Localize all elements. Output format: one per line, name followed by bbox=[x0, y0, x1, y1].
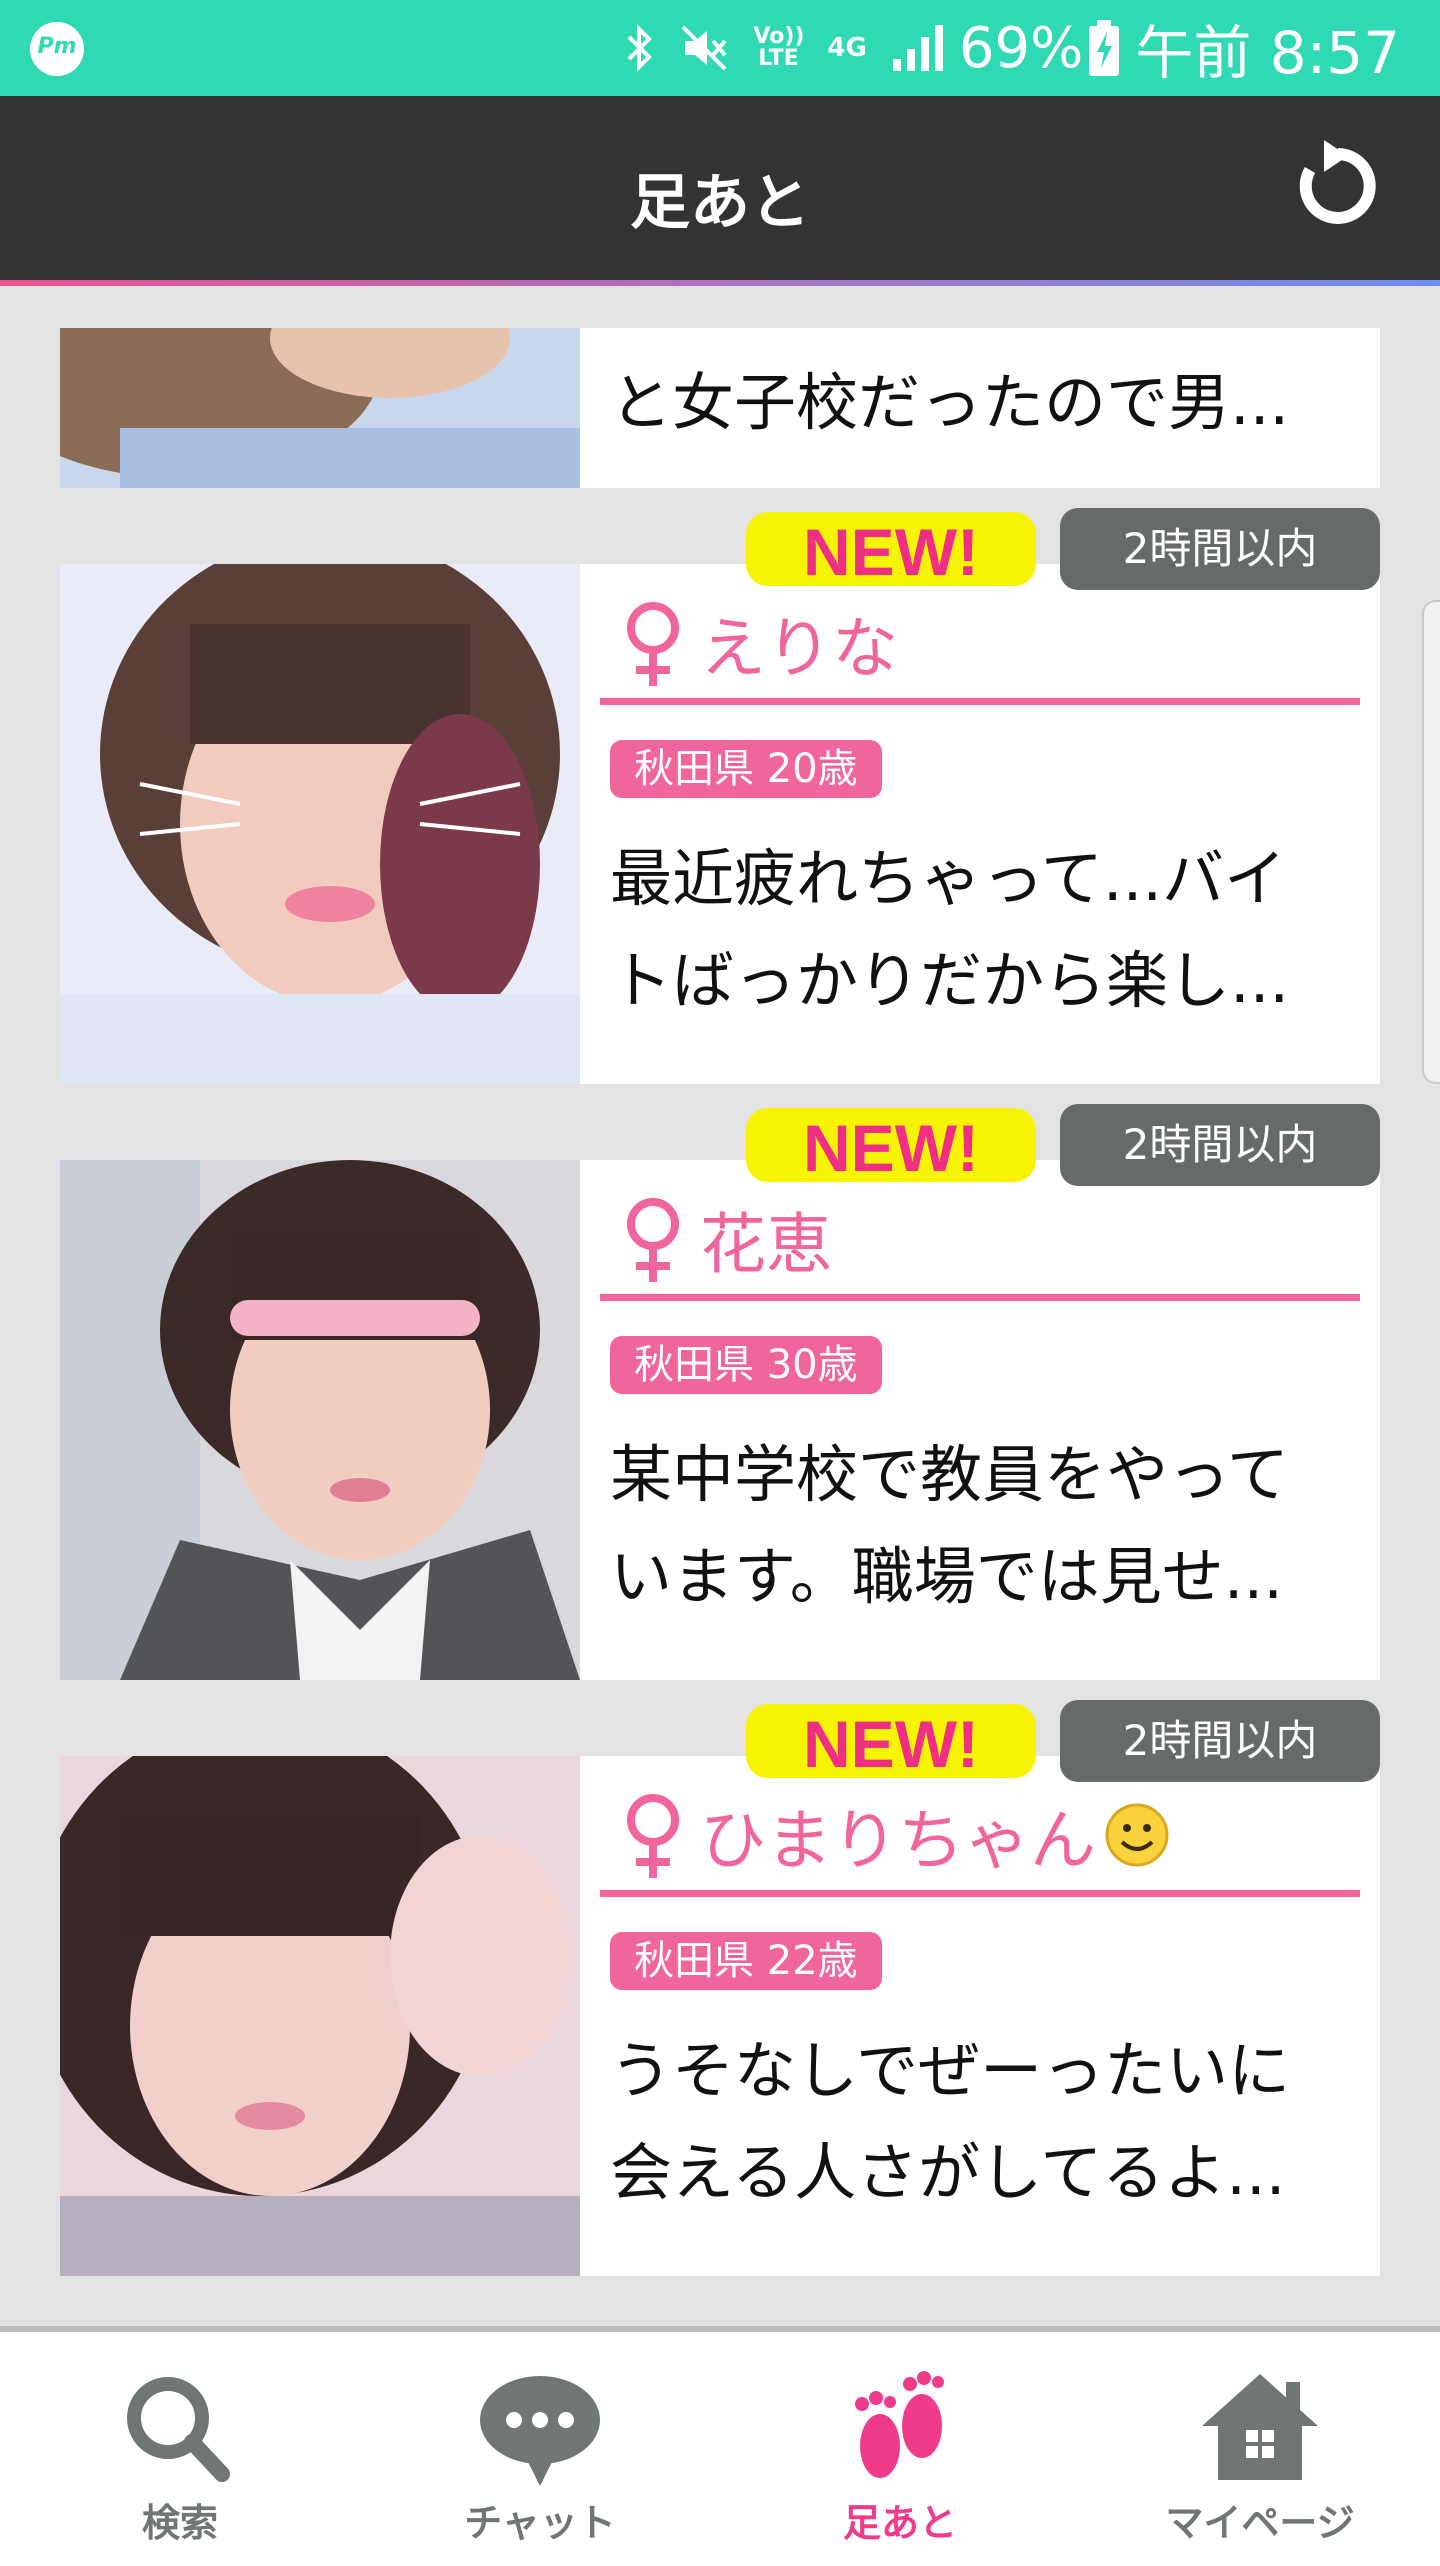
user-name: ひまりちゃん bbox=[700, 1802, 1096, 1879]
female-icon bbox=[627, 1198, 679, 1282]
profile-photo[interactable] bbox=[60, 1756, 580, 2276]
location-age-badge: 秋田県 22歳 bbox=[610, 1932, 882, 1990]
time-badge: 2時間以内 bbox=[1060, 1700, 1380, 1782]
message-preview: と女子校だったので男... bbox=[610, 366, 1290, 439]
bottom-navigation: 検索 チャット 足あと マイページ bbox=[0, 2326, 1440, 2566]
name-row: ひまりちゃん bbox=[600, 1780, 1360, 1897]
page-title: 足あと bbox=[630, 168, 810, 238]
new-badge: NEW! bbox=[746, 512, 1036, 589]
nav-chat[interactable]: チャット bbox=[360, 2332, 720, 2566]
profile-photo[interactable] bbox=[60, 328, 580, 488]
footprint-list[interactable]: と女子校だったので男... えりな 秋田県 20歳 最近疲れちゃって...バイ … bbox=[0, 286, 1440, 2326]
female-icon bbox=[627, 1794, 679, 1878]
list-item[interactable]: ひまりちゃん 秋田県 22歳 うそなしでぜーったいに 会える人さがしてるよ... bbox=[60, 1756, 1380, 2276]
profile-photo[interactable] bbox=[60, 1160, 580, 1680]
time-badge: 2時間以内 bbox=[1060, 1104, 1380, 1186]
refresh-icon[interactable] bbox=[1288, 136, 1388, 236]
message-preview: 最近疲れちゃって...バイ トばっかりだから楽し... bbox=[610, 842, 1290, 1017]
network-type-icon: 4G bbox=[827, 33, 867, 63]
user-name: えりな bbox=[700, 610, 898, 687]
signal-icon bbox=[892, 25, 943, 71]
female-icon bbox=[627, 602, 679, 686]
status-icons: Vo)) LTE 4G 69% 午前 8:57 bbox=[601, 14, 1400, 87]
app-header: 足あと bbox=[0, 96, 1440, 282]
clock: 午前 8:57 bbox=[1135, 19, 1400, 87]
volte-icon: Vo)) LTE bbox=[753, 24, 805, 71]
profile-photo[interactable] bbox=[60, 564, 580, 1084]
nav-footprints[interactable]: 足あと bbox=[720, 2332, 1080, 2566]
message-preview: うそなしでぜーったいに 会える人さがしてるよ... bbox=[610, 2034, 1291, 2209]
nav-footprints-label: 足あと bbox=[842, 2501, 957, 2545]
nav-mypage[interactable]: マイページ bbox=[1080, 2332, 1440, 2566]
list-item-partial[interactable]: と女子校だったので男... bbox=[60, 328, 1380, 488]
chat-bubble-icon bbox=[480, 2376, 600, 2486]
smiley-emoji-icon bbox=[1105, 1803, 1169, 1867]
card-body: と女子校だったので男... bbox=[600, 328, 1380, 488]
new-badge: NEW! bbox=[746, 1704, 1036, 1781]
search-icon bbox=[127, 2377, 230, 2482]
bluetooth-icon bbox=[627, 24, 653, 72]
list-item[interactable]: 花恵 秋田県 30歳 某中学校で教員をやって います。職場では見せ... bbox=[60, 1160, 1380, 1680]
home-icon bbox=[1202, 2374, 1318, 2480]
location-age-badge: 秋田県 30歳 bbox=[610, 1336, 882, 1394]
message-preview: 某中学校で教員をやって います。職場では見せ... bbox=[610, 1438, 1289, 1613]
card-body: ひまりちゃん 秋田県 22歳 うそなしでぜーったいに 会える人さがしてるよ... bbox=[600, 1756, 1380, 2276]
name-row: 花恵 bbox=[600, 1184, 1360, 1301]
card-body: 花恵 秋田県 30歳 某中学校で教員をやって います。職場では見せ... bbox=[600, 1160, 1380, 1680]
name-row: えりな bbox=[600, 588, 1360, 705]
nav-search[interactable]: 検索 bbox=[0, 2332, 360, 2566]
battery-charging-icon bbox=[1089, 20, 1120, 76]
app-notification-icon: Pm bbox=[30, 22, 84, 76]
battery-percent: 69% bbox=[958, 15, 1084, 81]
card-body: えりな 秋田県 20歳 最近疲れちゃって...バイ トばっかりだから楽し... bbox=[600, 564, 1380, 1084]
list-item[interactable]: えりな 秋田県 20歳 最近疲れちゃって...バイ トばっかりだから楽し... bbox=[60, 564, 1380, 1084]
new-badge: NEW! bbox=[746, 1108, 1036, 1185]
footprints-icon bbox=[855, 2371, 944, 2478]
mute-icon bbox=[681, 25, 727, 71]
user-name: 花恵 bbox=[700, 1206, 832, 1283]
status-bar: Pm Vo)) LTE 4G 69% 午前 8:57 bbox=[0, 0, 1440, 96]
nav-search-label: 検索 bbox=[141, 2501, 218, 2545]
location-age-badge: 秋田県 20歳 bbox=[610, 740, 882, 798]
scrollbar-thumb[interactable] bbox=[1422, 600, 1440, 1084]
nav-chat-label: チャット bbox=[464, 2501, 616, 2545]
app-icon-text: Pm bbox=[37, 34, 77, 59]
time-badge: 2時間以内 bbox=[1060, 508, 1380, 590]
nav-mypage-label: マイページ bbox=[1165, 2501, 1355, 2545]
